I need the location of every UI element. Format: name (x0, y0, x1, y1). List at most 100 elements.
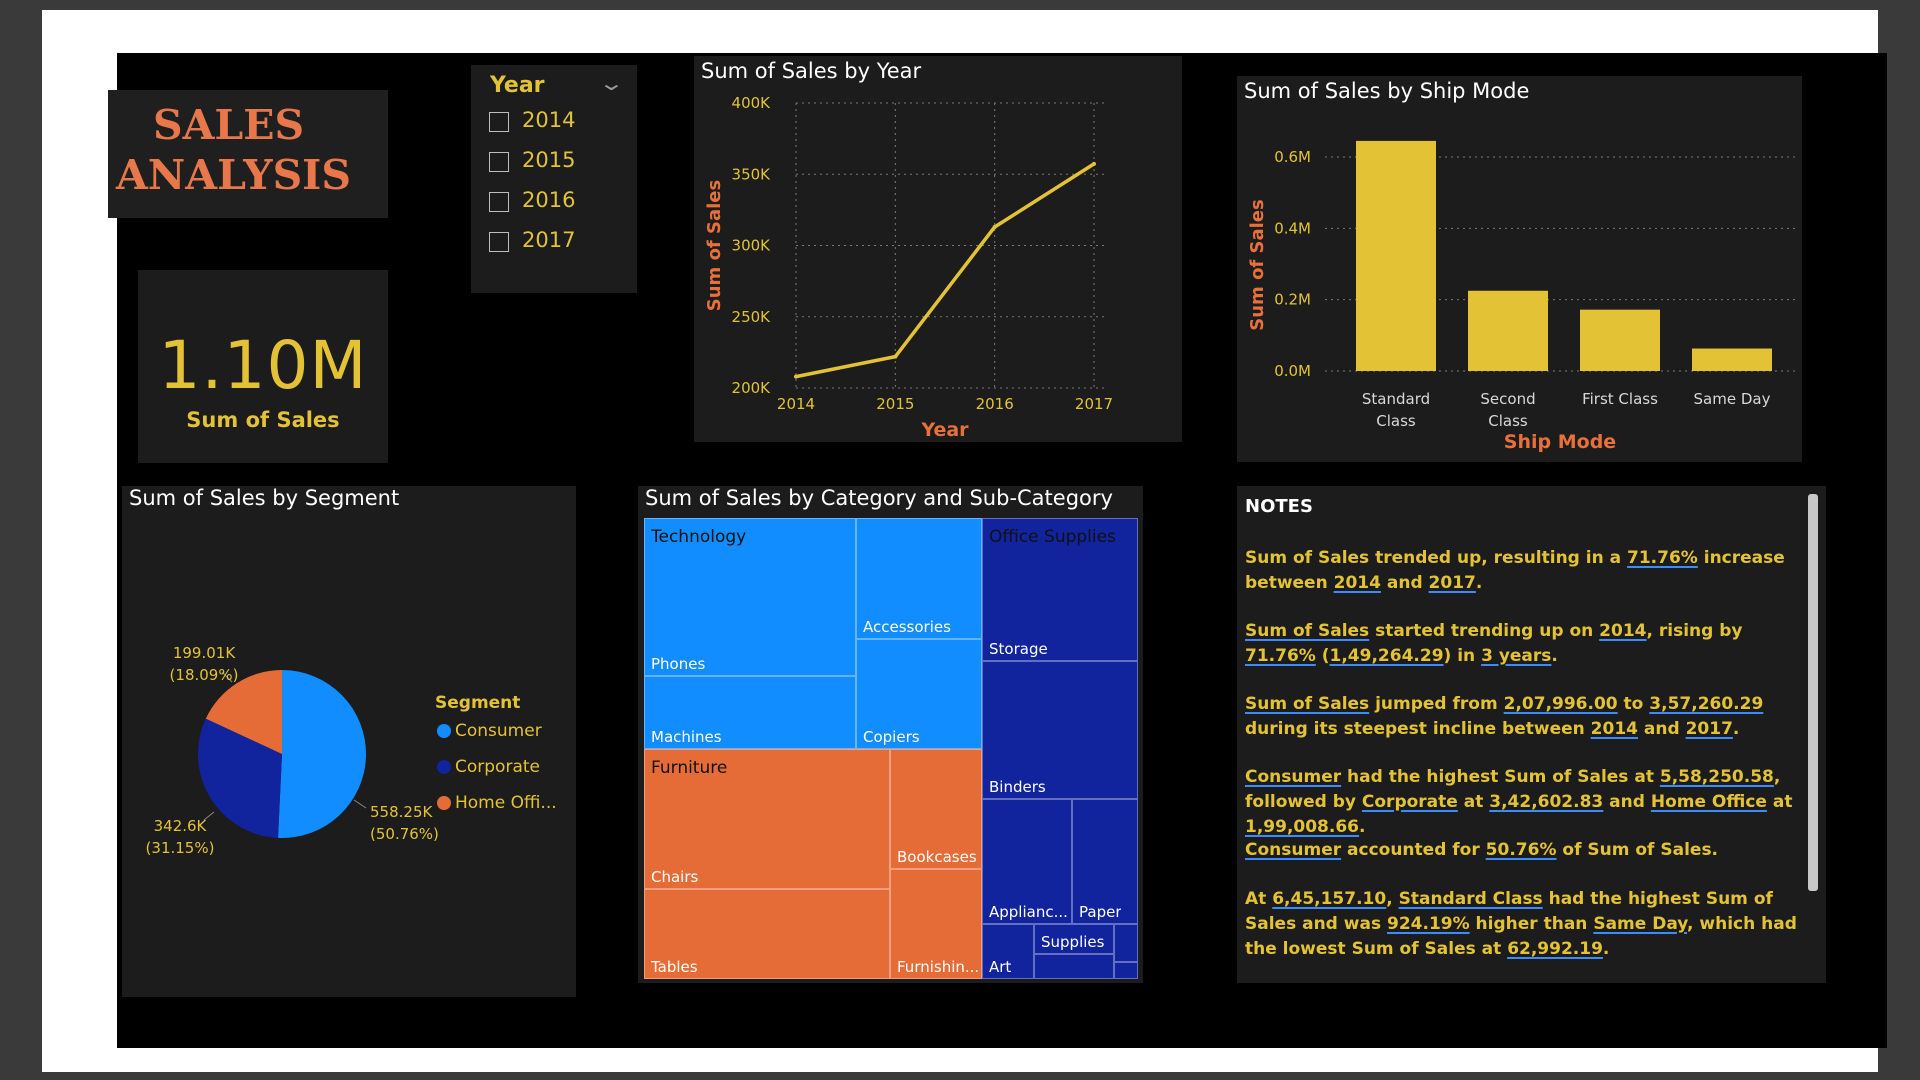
bar-chart-svg[interactable]: 0.0M 0.2M 0.4M 0.6M Standard Class Second Class… (1237, 76, 1802, 462)
line-chart-svg[interactable]: 200K 250K 300K 350K 400K 2014 2015 2016 2017 Year… (694, 56, 1182, 442)
note-highlight[interactable]: Same Day (1593, 914, 1687, 934)
note-text: . (1551, 646, 1558, 666)
pie-chart-svg[interactable]: 558.25K (50.76%) 342.6K (31.15%) 199.01K (18.… (122, 486, 576, 997)
slicer-option-2017[interactable]: 2017 (489, 225, 629, 259)
note-highlight[interactable]: 2017 (1686, 719, 1733, 739)
bar[interactable] (1692, 348, 1772, 371)
note-highlight[interactable]: 2014 (1599, 621, 1646, 641)
data-point[interactable] (893, 354, 898, 359)
x-tick-label: 2017 (1075, 395, 1113, 413)
note-highlight[interactable]: Standard Class (1399, 889, 1543, 909)
note-highlight[interactable]: 71.76% (1627, 548, 1698, 568)
data-point[interactable] (992, 224, 997, 229)
kpi-card[interactable]: 1.10M Sum of Sales (138, 270, 388, 463)
note-highlight[interactable]: 3,57,260.29 (1649, 694, 1763, 714)
tile-fasteners[interactable] (1034, 954, 1114, 979)
y-tick-label: 200K (732, 379, 772, 397)
notes-scrollbar[interactable] (1808, 494, 1818, 891)
checkbox-icon[interactable] (489, 232, 509, 252)
tile-supplies[interactable]: Supplies (1034, 924, 1114, 954)
bar[interactable] (1580, 309, 1660, 371)
tile-furnishings[interactable]: Furnishin... (890, 869, 982, 979)
note-highlight[interactable]: Consumer (1245, 840, 1341, 860)
bar[interactable] (1356, 140, 1436, 371)
checkbox-icon[interactable] (489, 152, 509, 172)
note-highlight[interactable]: 1,99,008.66 (1245, 817, 1359, 837)
note-highlight[interactable]: 6,45,157.10 (1272, 889, 1386, 909)
data-point[interactable] (794, 374, 798, 379)
note-highlight[interactable]: Home Office (1651, 792, 1767, 812)
tile-labels[interactable] (1114, 962, 1138, 979)
note-highlight[interactable]: Sum of Sales (1245, 694, 1369, 714)
note-highlight[interactable]: 3,42,602.83 (1489, 792, 1603, 812)
note-highlight[interactable]: 3 years (1481, 646, 1551, 666)
notes-panel[interactable]: NOTES Sum of Sales trended up, resulting… (1237, 486, 1826, 983)
checkbox-icon[interactable] (489, 112, 509, 132)
note-highlight[interactable]: 2014 (1591, 719, 1638, 739)
note-highlight[interactable]: 2,07,996.00 (1504, 694, 1618, 714)
tile-label: Storage (989, 640, 1048, 658)
note-highlight[interactable]: 62,992.19 (1507, 939, 1603, 959)
note-text: to (1617, 694, 1650, 714)
slicer-option-2016[interactable]: 2016 (489, 185, 629, 219)
sales-by-category-treemap[interactable]: Sum of Sales by Category and Sub-Categor… (638, 486, 1143, 983)
tile-envelopes[interactable] (1114, 924, 1138, 962)
checkbox-icon[interactable] (489, 192, 509, 212)
group-label-office-supplies: Office Supplies (989, 527, 1116, 547)
slicer-option-2014[interactable]: 2014 (489, 105, 629, 139)
tile-phones[interactable]: Technology Phones (644, 518, 856, 676)
tile-label: Art (989, 958, 1012, 976)
tile-binders[interactable]: Binders (982, 661, 1138, 799)
y-tick-label: 400K (732, 94, 772, 112)
y-tick-label: 350K (732, 165, 772, 183)
note-highlight[interactable]: 50.76% (1486, 840, 1557, 860)
note-highlight[interactable]: Corporate (1362, 792, 1458, 812)
legend-item[interactable]: Consumer (455, 721, 542, 741)
tile-label: Copiers (863, 728, 920, 746)
legend-marker-icon[interactable] (437, 796, 451, 810)
chevron-down-icon[interactable]: ⌄ (598, 71, 625, 95)
data-point[interactable] (1092, 161, 1096, 166)
tile-bookcases[interactable]: Bookcases (890, 749, 982, 869)
pie-percent-label: (31.15%) (146, 839, 215, 857)
note-highlight[interactable]: 71.76% (1245, 646, 1316, 666)
x-tick-label: Second (1480, 390, 1535, 408)
tile-accessories[interactable]: Accessories (856, 518, 982, 639)
tile-copiers[interactable]: Copiers (856, 639, 982, 749)
note-highlight[interactable]: Consumer (1245, 767, 1341, 787)
x-tick-label: 2014 (777, 395, 815, 413)
series-line[interactable] (795, 162, 1095, 379)
legend-item[interactable]: Corporate (455, 757, 540, 777)
note-highlight[interactable]: 1,49,264.29 (1330, 646, 1444, 666)
pie-slice[interactable] (278, 670, 366, 838)
sales-by-segment-chart[interactable]: Sum of Sales by Segment 558.25K (50.76%) 3… (122, 486, 576, 997)
note-highlight[interactable]: 924.19% (1387, 914, 1470, 934)
sales-by-year-chart[interactable]: Sum of Sales by Year 200K 250K 300K 350K 400… (694, 56, 1182, 442)
tile-appliances[interactable]: Applianc... (982, 799, 1072, 924)
note-highlight[interactable]: 2017 (1429, 573, 1476, 593)
legend-item[interactable]: Home Offi... (455, 793, 557, 813)
x-axis-title: Ship Mode (1504, 431, 1616, 453)
sales-by-ship-mode-chart[interactable]: Sum of Sales by Ship Mode 0.0M 0.2M 0.4M 0.… (1237, 76, 1802, 462)
legend-marker-icon[interactable] (437, 724, 451, 738)
tile-art[interactable]: Art (982, 924, 1034, 979)
note-text: . (1732, 719, 1740, 739)
tile-tables[interactable]: Tables (644, 889, 890, 979)
slicer-option-label: 2017 (522, 228, 576, 252)
x-tick-label: 2015 (876, 395, 914, 413)
tile-chairs[interactable]: Furniture Chairs (644, 749, 890, 889)
legend-marker-icon[interactable] (437, 760, 451, 774)
slicer-option-2015[interactable]: 2015 (489, 145, 629, 179)
leader-line (353, 799, 367, 809)
tile-paper[interactable]: Paper (1072, 799, 1138, 924)
note-text: ( (1315, 646, 1330, 666)
year-slicer[interactable]: Year ⌄ 2014 2015 2016 2017 (471, 65, 637, 293)
tile-storage[interactable]: Office Supplies Storage (982, 518, 1138, 661)
treemap-area[interactable]: Technology Phones Machines Accessories C… (644, 518, 1138, 979)
bar[interactable] (1468, 290, 1548, 371)
y-axis-title: Sum of Sales (704, 180, 725, 311)
note-highlight[interactable]: 5,58,250.58 (1660, 767, 1774, 787)
note-highlight[interactable]: 2014 (1334, 573, 1381, 593)
note-highlight[interactable]: Sum of Sales (1245, 621, 1369, 641)
tile-machines[interactable]: Machines (644, 676, 856, 749)
